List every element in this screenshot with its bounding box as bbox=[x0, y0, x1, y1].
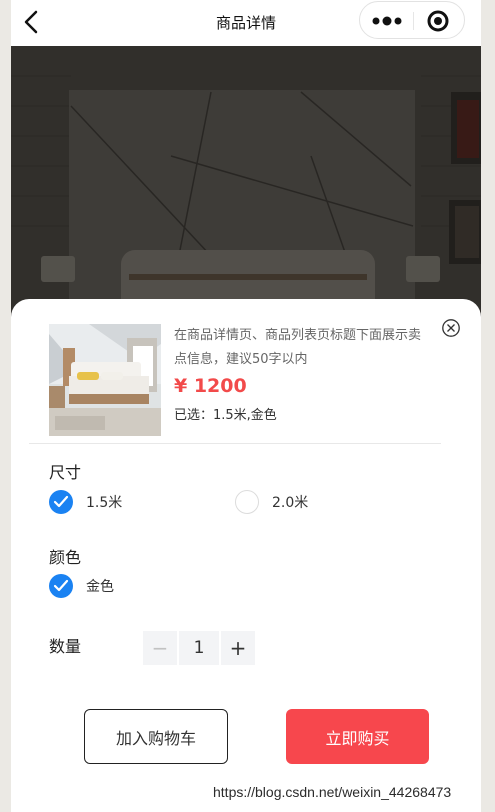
size-option-1-5m[interactable]: 1.5米 bbox=[49, 490, 122, 514]
quantity-stepper: − 1 + bbox=[143, 631, 255, 665]
more-dots-icon[interactable] bbox=[372, 14, 402, 28]
decrement-button[interactable]: − bbox=[143, 631, 177, 665]
increment-button[interactable]: + bbox=[221, 631, 255, 665]
menu-capsule bbox=[359, 1, 465, 39]
product-thumbnail bbox=[49, 324, 161, 436]
size-label: 尺寸 bbox=[49, 463, 82, 482]
checked-radio-icon[interactable] bbox=[49, 490, 73, 514]
source-watermark: https://blog.csdn.net/weixin_44268473 bbox=[213, 784, 452, 800]
navigation-bar: 商品详情 bbox=[11, 0, 481, 44]
product-description: 在商品详情页、商品列表页标题下面展示卖点信息，建议50字以内 bbox=[174, 328, 422, 367]
sku-popup: 在商品详情页、商品列表页标题下面展示卖点信息，建议50字以内 ¥ 1200 已选… bbox=[11, 299, 481, 812]
color-label: 颜色 bbox=[49, 548, 82, 567]
size-option-label: 2.0米 bbox=[272, 495, 309, 511]
checked-radio-icon[interactable] bbox=[49, 574, 73, 598]
close-icon[interactable] bbox=[441, 318, 461, 338]
color-option-gold[interactable]: 金色 bbox=[49, 574, 114, 598]
quantity-label: 数量 bbox=[49, 637, 82, 656]
bed-thumbnail-image bbox=[49, 324, 161, 436]
size-option-label: 1.5米 bbox=[86, 495, 123, 511]
unchecked-radio-icon[interactable] bbox=[235, 490, 259, 514]
phone-screen: 商品详情 在商品详情页、商品列表页标题下面展示卖点信息，建议50字以内 ¥ 12… bbox=[11, 0, 481, 812]
size-option-2-0m[interactable]: 2.0米 bbox=[235, 490, 308, 514]
product-price: ¥ 1200 bbox=[174, 375, 247, 397]
color-option-label: 金色 bbox=[86, 579, 114, 595]
buy-now-button[interactable]: 立即购买 bbox=[286, 709, 429, 764]
capsule-divider bbox=[413, 12, 414, 30]
add-to-cart-button[interactable]: 加入购物车 bbox=[84, 709, 228, 764]
selected-summary: 已选：1.5米,金色 bbox=[174, 408, 277, 423]
target-icon[interactable] bbox=[427, 10, 449, 32]
divider bbox=[29, 443, 441, 444]
quantity-value[interactable]: 1 bbox=[179, 631, 219, 665]
